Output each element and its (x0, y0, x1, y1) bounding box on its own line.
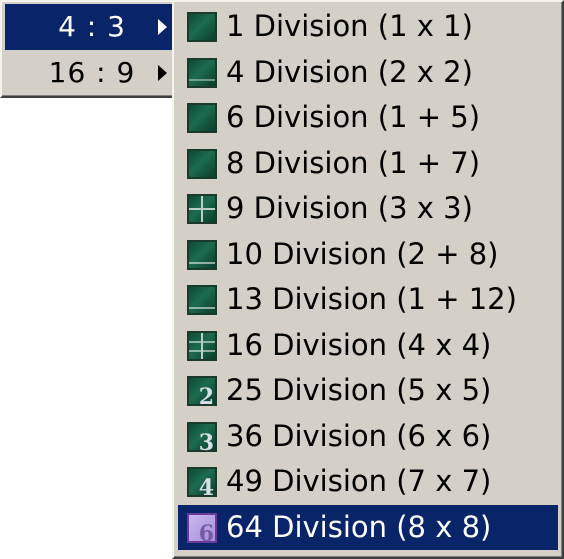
icon-number: 3 (198, 429, 214, 456)
menu-item-10-division[interactable]: 10 Division (2 + 8) (178, 232, 558, 278)
aspect-ratio-menu: 4 : 3 16 : 9 (0, 0, 180, 98)
menu-item-label: 25 Division (5 x 5) (226, 373, 492, 407)
icon-number: 2 (198, 384, 214, 410)
menu-item-label: 13 Division (1 + 12) (226, 282, 517, 316)
icon-number: 4 (198, 475, 214, 501)
icon-number: 6 (198, 520, 214, 547)
menu-item-13-division[interactable]: 13 Division (1 + 12) (178, 277, 558, 323)
ten-view-icon (187, 239, 217, 270)
quad-view-icon (187, 57, 217, 88)
menu-item-label: 4 Division (2 x 2) (226, 54, 473, 89)
menu-item-label: 16 : 9 (48, 56, 136, 89)
nine-grid-icon (187, 194, 217, 224)
menu-item-label: 4 : 3 (58, 10, 126, 43)
submenu-arrow-icon (158, 19, 167, 35)
menu-item-label: 9 Division (3 x 3) (226, 191, 473, 225)
thirteen-view-icon (187, 285, 217, 315)
menu-item-label: 1 Division (1 x 1) (226, 9, 473, 43)
menu-item-16-division[interactable]: 16 Division (4 x 4) (178, 323, 558, 369)
numbered-grid-4-icon: 4 (187, 467, 217, 501)
numbered-grid-6-icon: 6 (187, 512, 217, 547)
eight-view-icon (187, 148, 217, 179)
menu-item-1-division[interactable]: 1 Division (1 x 1) (178, 4, 558, 50)
menu-item-label: 8 Division (1 + 7) (226, 145, 481, 180)
division-submenu: 1 Division (1 x 1) 4 Division (2 x 2) 6 … (172, 0, 564, 559)
menu-item-16-9[interactable]: 16 : 9 (5, 50, 175, 96)
menu-item-label: 49 Division (7 x 7) (226, 464, 492, 498)
menu-item-4-3[interactable]: 4 : 3 (5, 4, 175, 50)
menu-item-49-division[interactable]: 4 49 Division (7 x 7) (178, 459, 558, 505)
numbered-grid-2-icon: 2 (187, 376, 217, 410)
menu-item-36-division[interactable]: 3 36 Division (6 x 6) (178, 414, 558, 460)
menu-item-6-division[interactable]: 6 Division (1 + 5) (178, 95, 558, 141)
menu-item-4-division[interactable]: 4 Division (2 x 2) (178, 50, 558, 96)
menu-item-label: 36 Division (6 x 6) (226, 418, 492, 453)
menu-item-9-division[interactable]: 9 Division (3 x 3) (178, 186, 558, 232)
numbered-grid-3-icon: 3 (187, 421, 217, 456)
menu-item-label: 10 Division (2 + 8) (226, 236, 499, 271)
menu-item-label: 6 Division (1 + 5) (226, 100, 481, 134)
single-view-icon (187, 12, 217, 42)
menu-item-label: 16 Division (4 x 4) (226, 327, 492, 362)
submenu-arrow-icon (158, 65, 167, 81)
menu-item-label: 64 Division (8 x 8) (226, 509, 492, 544)
six-view-icon (187, 103, 217, 133)
menu-item-25-division[interactable]: 2 25 Division (5 x 5) (178, 368, 558, 414)
sixteen-grid-icon (187, 330, 217, 361)
menu-item-8-division[interactable]: 8 Division (1 + 7) (178, 141, 558, 187)
menu-item-64-division[interactable]: 6 64 Division (8 x 8) (178, 504, 558, 550)
